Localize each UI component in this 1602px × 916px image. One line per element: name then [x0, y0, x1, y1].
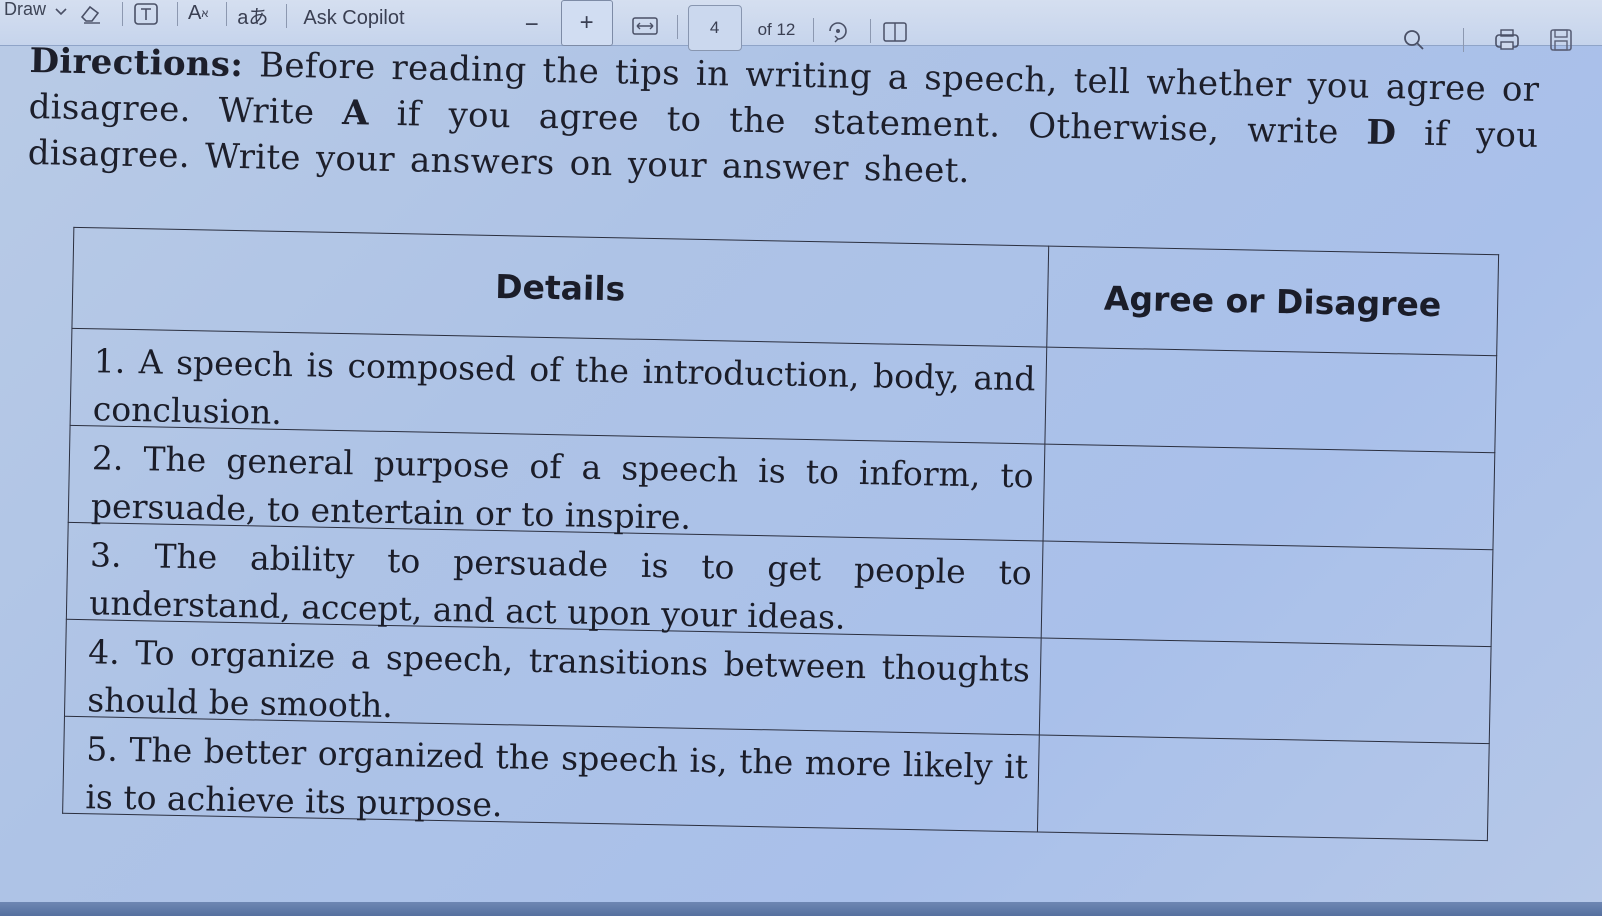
right-toolbar — [1401, 22, 1582, 58]
detail-cell: 2. The general purpose of a speech is to… — [68, 425, 1045, 542]
toolbar-divider — [226, 1, 228, 26]
directions-paragraph: Directions: Before reading the tips in w… — [27, 38, 1539, 205]
fit-width-icon[interactable] — [631, 8, 659, 44]
chevron-down-icon[interactable] — [54, 0, 68, 30]
toolbar-divider — [1463, 28, 1464, 52]
toolbar-divider — [676, 14, 678, 39]
detail-cell: 4. To organize a speech, transitions bet… — [64, 619, 1042, 736]
answer-cell — [1042, 444, 1495, 550]
toolbar-divider — [286, 3, 288, 28]
text-size-icon[interactable]: Aא — [188, 0, 208, 32]
search-icon[interactable] — [1401, 22, 1427, 58]
zoom-in-button[interactable]: + — [560, 0, 613, 46]
detail-text: 5. The better organized the speech is, t… — [85, 729, 1029, 825]
toolbar-divider — [177, 1, 179, 26]
detail-cell: 1. A speech is composed of the introduct… — [70, 328, 1047, 445]
print-icon[interactable] — [1492, 22, 1522, 58]
rotate-icon[interactable] — [824, 13, 852, 49]
page-total-label: of 12 — [757, 19, 796, 39]
detail-text: 2. The general purpose of a speech is to… — [90, 438, 1034, 537]
page-view-icon[interactable] — [881, 14, 911, 50]
directions-lead: Directions: — [29, 40, 244, 86]
answer-cell — [1041, 541, 1493, 647]
answer-table: Details Agree or Disagree 1. A speech is… — [62, 227, 1499, 841]
toolbar-divider — [813, 17, 815, 42]
detail-text: 4. To organize a speech, transitions bet… — [86, 632, 1031, 726]
toolbar-divider — [870, 18, 872, 43]
agree-letter: A — [341, 93, 370, 134]
details-header: Details — [71, 227, 1049, 348]
draw-label: Draw — [4, 0, 47, 19]
detail-cell: 5. The better organized the speech is, t… — [62, 716, 1040, 832]
pdf-toolbar: Draw Aא aあ Ask Copilot − + 4 of 12 — [0, 0, 1602, 52]
ask-copilot-label: Ask Copilot — [303, 7, 405, 29]
answer-cell — [1044, 347, 1497, 453]
current-page-value: 4 — [709, 17, 720, 37]
plus-icon: + — [579, 8, 594, 36]
minus-icon: − — [524, 10, 539, 38]
zoom-out-button[interactable]: − — [525, 7, 539, 43]
save-icon[interactable] — [1548, 22, 1574, 58]
detail-text: 1. A speech is composed of the introduct… — [92, 341, 1036, 432]
answer-cell — [1039, 638, 1492, 744]
horizontal-scrollbar[interactable] — [0, 902, 1602, 916]
draw-button[interactable]: Draw — [4, 0, 46, 28]
translate-icon[interactable]: aあ — [237, 0, 268, 34]
agree-disagree-header: Agree or Disagree — [1046, 246, 1499, 356]
eraser-icon[interactable] — [76, 0, 104, 32]
answer-cell — [1037, 735, 1490, 841]
text-box-icon[interactable] — [133, 0, 159, 32]
detail-text: 3. The ability to persuade is to get peo… — [88, 535, 1033, 637]
detail-cell: 3. The ability to persuade is to get peo… — [66, 522, 1043, 639]
document-page: Directions: Before reading the tips in w… — [27, 38, 1540, 841]
disagree-letter: D — [1366, 112, 1397, 154]
page-number-input[interactable]: 4 — [687, 4, 742, 51]
toolbar-divider — [122, 1, 124, 26]
ask-copilot-button[interactable]: Ask Copilot — [303, 1, 404, 37]
page-total: of 12 — [758, 12, 796, 48]
